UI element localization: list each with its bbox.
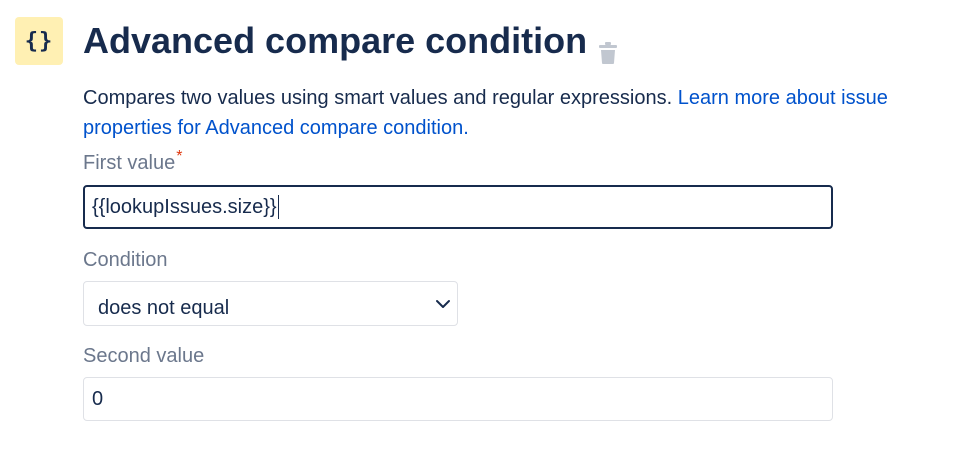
second-value-text: 0: [92, 387, 104, 410]
second-value-label: Second value: [83, 345, 205, 367]
second-value-input[interactable]: 0: [83, 377, 833, 421]
page-title-text: Advanced compare condition: [83, 20, 588, 61]
condition-label: Condition: [83, 249, 168, 271]
first-value-label: First value*: [83, 148, 182, 175]
required-marker: *: [176, 148, 183, 165]
chevron-down-icon: [435, 295, 451, 311]
description: Compares two values using smart values a…: [83, 83, 943, 143]
first-value-text: {{lookupIssues.size}}: [92, 195, 277, 218]
page-title: Advanced compare condition: [83, 17, 618, 65]
description-text: Compares two values using smart values a…: [83, 87, 678, 109]
component-type-icon: {}: [15, 17, 63, 65]
curly-braces-icon: {}: [24, 28, 54, 54]
first-value-input[interactable]: {{lookupIssues.size}}: [83, 185, 833, 229]
text-caret: [277, 195, 279, 219]
condition-selected-value: does not equal: [98, 297, 230, 319]
first-value-label-text: First value: [83, 152, 176, 174]
trash-icon[interactable]: [599, 31, 618, 64]
condition-select[interactable]: does not equal: [83, 281, 458, 326]
